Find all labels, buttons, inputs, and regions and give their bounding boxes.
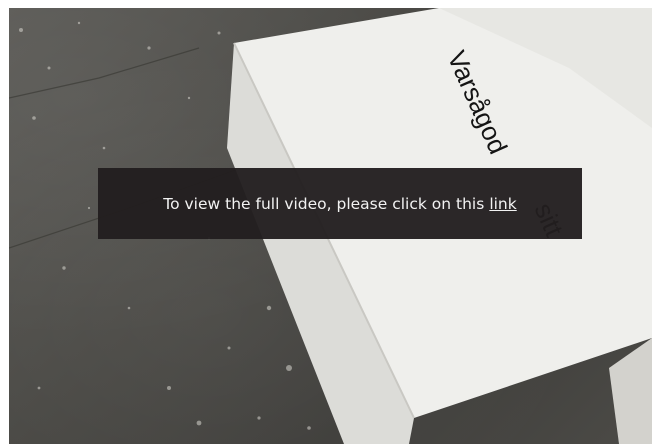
full-video-link[interactable]: link [489, 195, 516, 213]
page-frame: Varsågod sitt To view the full video, pl… [0, 0, 661, 444]
video-restriction-overlay: To view the full video, please click on … [98, 168, 582, 239]
overlay-message: To view the full video, please click on … [163, 194, 485, 213]
